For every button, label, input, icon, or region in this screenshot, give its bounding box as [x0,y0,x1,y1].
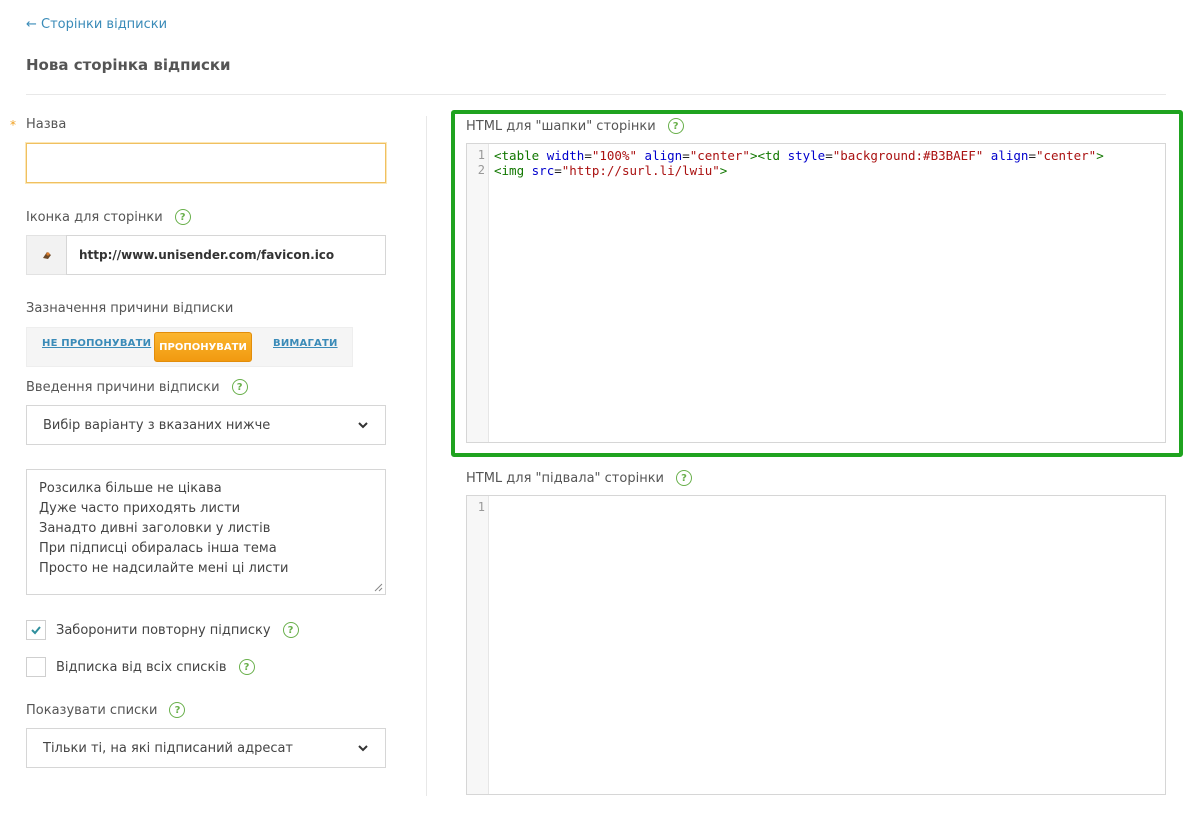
icon-label: Іконка для сторінки ? [26,209,191,225]
unsubscribe-all-label: Відписка від всіх списків [56,659,227,675]
reason-mode-offer[interactable]: ПРОПОНУВАТИ [154,332,252,362]
reason-mode-none[interactable]: НЕ ПРОПОНУВАТИ [42,338,151,349]
chevron-down-icon [358,745,368,752]
footer-html-editor[interactable]: 1 [466,495,1166,795]
name-input[interactable] [26,143,386,183]
line-number: 1 [477,500,485,514]
footer-html-label-text: HTML для "підвала" сторінки [466,470,664,486]
reason-line: При підписці обиралась інша тема [39,541,277,556]
header-divider [26,94,1166,95]
line-number-gutter [467,144,489,442]
reason-mode-label: Зазначення причини відписки [26,301,234,316]
resize-handle-icon[interactable] [373,582,383,592]
reason-input-value: Вибір варіанту з вказаних нижче [43,417,271,433]
help-icon[interactable]: ? [282,622,299,638]
checkmark-icon [31,626,41,635]
help-icon[interactable]: ? [174,209,191,225]
help-icon[interactable]: ? [667,118,684,134]
line-number-gutter [467,496,489,794]
reasons-textarea[interactable]: Розсилка більше не цікава Дуже часто при… [26,469,386,595]
code-line: <table width="100%" align="center"><td s… [494,148,1104,163]
chevron-down-icon [358,422,368,429]
header-html-editor[interactable]: 1 2 <table width="100%" align="center"><… [466,143,1166,443]
reason-mode-require[interactable]: ВИМАГАТИ [273,338,338,349]
help-icon[interactable]: ? [238,659,255,675]
name-label-text: Назва [26,117,67,132]
show-lists-select[interactable]: Тільки ті, на які підписаний адресат [26,728,386,768]
unsubscribe-all-checkbox[interactable] [26,657,46,677]
header-html-label-text: HTML для "шапки" сторінки [466,118,656,134]
forbid-resubscribe-row: Заборонити повторну підписку ? [26,620,299,640]
show-lists-label: Показувати списки ? [26,702,186,718]
line-number: 1 [477,148,485,162]
icon-label-text: Іконка для сторінки [26,209,163,225]
footer-html-label: HTML для "підвала" сторінки ? [466,470,692,486]
favicon-preview [26,235,66,275]
page-title: Нова сторінка відписки [26,56,231,74]
unsubscribe-all-row: Відписка від всіх списків ? [26,657,255,677]
line-number: 2 [477,163,485,177]
reason-line: Дуже часто приходять листи [39,501,241,516]
favicon-icon [42,252,51,259]
required-mark: * [10,118,16,132]
show-lists-value: Тільки ті, на які підписаний адресат [43,740,294,756]
help-icon[interactable]: ? [169,702,186,718]
forbid-resubscribe-label: Заборонити повторну підписку [56,622,271,638]
reason-line: Розсилка більше не цікава [39,481,222,496]
reason-input-select[interactable]: Вибір варіанту з вказаних нижче [26,405,386,445]
reason-input-label: Введення причини відписки ? [26,379,248,395]
code-line: <img src="http://surl.li/lwiu"> [494,163,728,178]
header-html-label: HTML для "шапки" сторінки ? [466,118,684,134]
column-divider [426,116,427,796]
show-lists-label-text: Показувати списки [26,702,158,718]
help-icon[interactable]: ? [676,470,692,486]
reason-input-label-text: Введення причини відписки [26,379,220,395]
reason-mode-segmented: НЕ ПРОПОНУВАТИ ПРОПОНУВАТИ ВИМАГАТИ [26,327,353,367]
forbid-resubscribe-checkbox[interactable] [26,620,46,640]
icon-url-input[interactable]: http://www.unisender.com/favicon.ico [66,235,386,275]
name-label: * Назва [10,117,67,132]
help-icon[interactable]: ? [231,379,248,395]
back-link[interactable]: ← Сторінки відписки [26,17,167,32]
reason-line: Просто не надсилайте мені ці листи [39,561,289,576]
reason-line: Занадто дивні заголовки у листів [39,521,271,536]
